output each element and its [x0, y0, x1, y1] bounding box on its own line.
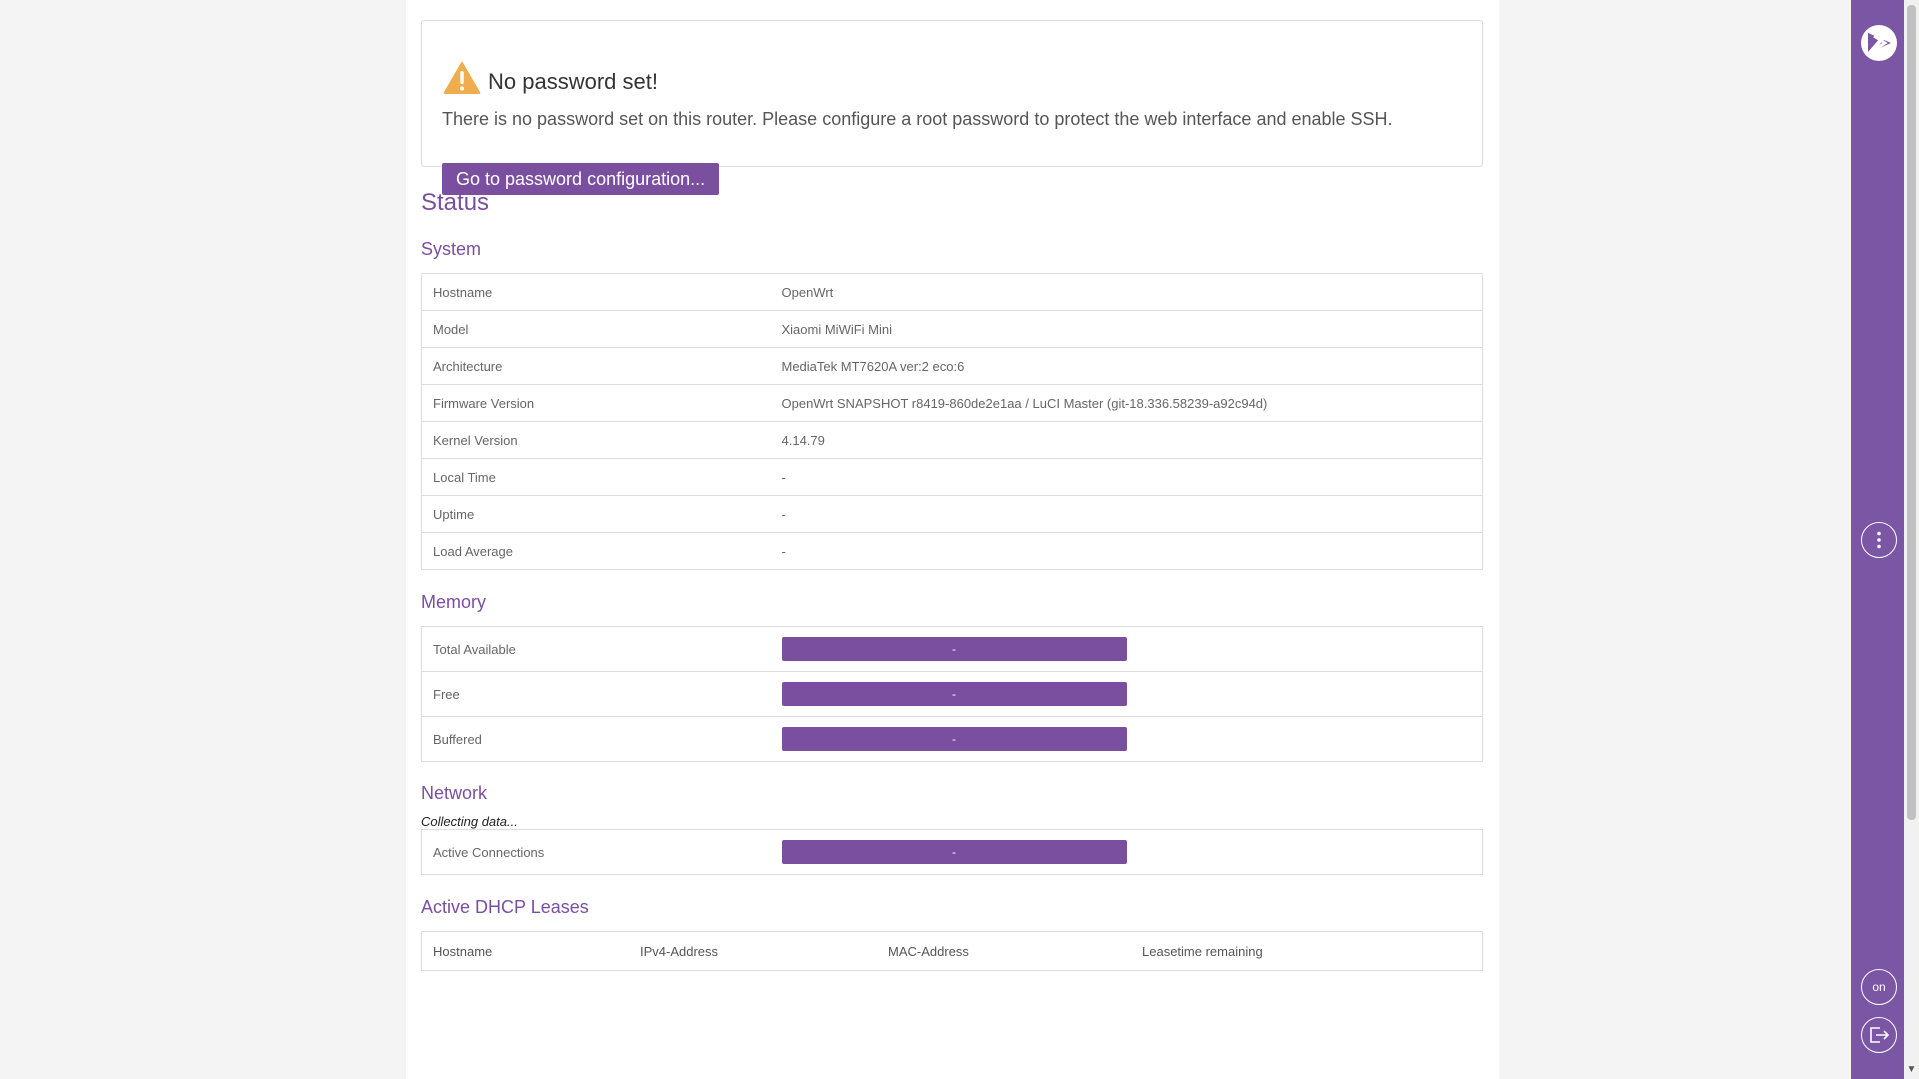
row-value: Xiaomi MiWiFi Mini — [770, 310, 1483, 348]
row-value: - — [770, 532, 1483, 570]
table-row: Model Xiaomi MiWiFi Mini — [421, 310, 1483, 348]
row-label: Uptime — [421, 495, 771, 533]
warning-icon — [443, 61, 481, 94]
table-header-row: Hostname IPv4-Address MAC-Address Leaset… — [422, 932, 1483, 971]
alert-title: No password set! — [442, 59, 1462, 95]
row-value: - — [770, 495, 1483, 533]
row-label: Load Average — [421, 532, 771, 570]
table-row: Uptime - — [421, 495, 1483, 533]
row-label: Firmware Version — [421, 384, 771, 422]
vertical-dots-icon — [1877, 531, 1881, 549]
row-label: Active Connections — [421, 829, 771, 875]
network-heading: Network — [421, 783, 488, 803]
table-row: Kernel Version 4.14.79 — [421, 421, 1483, 459]
dhcp-heading: Active DHCP Leases — [421, 897, 589, 917]
row-value: OpenWrt SNAPSHOT r8419-860de2e1aa / LuCI… — [770, 384, 1483, 422]
row-label: Free — [421, 671, 771, 717]
table-row: Hostname OpenWrt — [421, 273, 1483, 311]
row-label: Architecture — [421, 347, 771, 385]
table-row: Architecture MediaTek MT7620A ver:2 eco:6 — [421, 347, 1483, 385]
row-value: - — [770, 626, 1483, 672]
row-label: Hostname — [421, 273, 771, 311]
progress-bar: - — [781, 727, 1127, 751]
row-value: - — [770, 671, 1483, 717]
table-row: Firmware Version OpenWrt SNAPSHOT r8419-8… — [421, 384, 1483, 422]
row-value: - — [770, 829, 1483, 875]
alert-message: There is no password set on this router.… — [442, 109, 1393, 129]
table-row: Buffered - — [421, 716, 1483, 762]
table-row: Total Available - — [421, 626, 1483, 672]
memory-heading: Memory — [421, 592, 487, 612]
system-table: Hostname OpenWrt Model Xiaomi MiWiFi Mini … — [421, 273, 1483, 570]
collecting-data-text: Collecting data... — [421, 814, 518, 829]
system-heading: System — [421, 239, 482, 259]
column-header: Hostname — [433, 943, 493, 959]
alert-title-text: No password set! — [488, 69, 658, 94]
password-config-button[interactable]: Go to password configuration... — [442, 163, 720, 195]
column-header: IPv4-Address — [640, 943, 719, 959]
row-label: Buffered — [421, 716, 771, 762]
no-password-alert: No password set! There is no password se… — [421, 20, 1483, 195]
logout-button[interactable] — [1861, 1017, 1897, 1053]
row-value: OpenWrt — [770, 273, 1483, 311]
row-label: Local Time — [421, 458, 771, 496]
table-row: Free - — [421, 671, 1483, 717]
network-table: Active Connections - — [421, 829, 1483, 875]
memory-table: Total Available - Free - Buffered - — [421, 626, 1483, 762]
progress-bar: - — [781, 637, 1127, 661]
row-value: 4.14.79 — [770, 421, 1483, 459]
table-row: Load Average - — [421, 532, 1483, 570]
openwrt-logo-icon[interactable] — [1860, 24, 1898, 62]
row-value: - — [770, 458, 1483, 496]
progress-bar: - — [781, 840, 1127, 864]
row-label: Kernel Version — [421, 421, 771, 459]
table-row: Local Time - — [421, 458, 1483, 496]
scroll-down-arrow-icon[interactable]: ▼ — [1906, 1064, 1917, 1075]
toggle-button[interactable]: on — [1861, 969, 1897, 1005]
progress-bar: - — [781, 682, 1127, 706]
row-value: - — [770, 716, 1483, 762]
column-header: Leasetime remaining — [1142, 943, 1263, 959]
scrollbar-thumb[interactable] — [1907, 5, 1916, 820]
menu-button[interactable] — [1861, 522, 1897, 558]
row-value: MediaTek MT7620A ver:2 eco:6 — [770, 347, 1483, 385]
logout-icon — [1870, 1027, 1890, 1043]
column-header: MAC-Address — [888, 943, 969, 959]
row-label: Total Available — [421, 626, 771, 672]
row-label: Model — [421, 310, 771, 348]
table-row: Active Connections - — [421, 829, 1483, 875]
dhcp-leases-table: Hostname IPv4-Address MAC-Address Leaset… — [421, 931, 1483, 971]
main-content: No password set! There is no password se… — [406, 0, 1499, 1079]
